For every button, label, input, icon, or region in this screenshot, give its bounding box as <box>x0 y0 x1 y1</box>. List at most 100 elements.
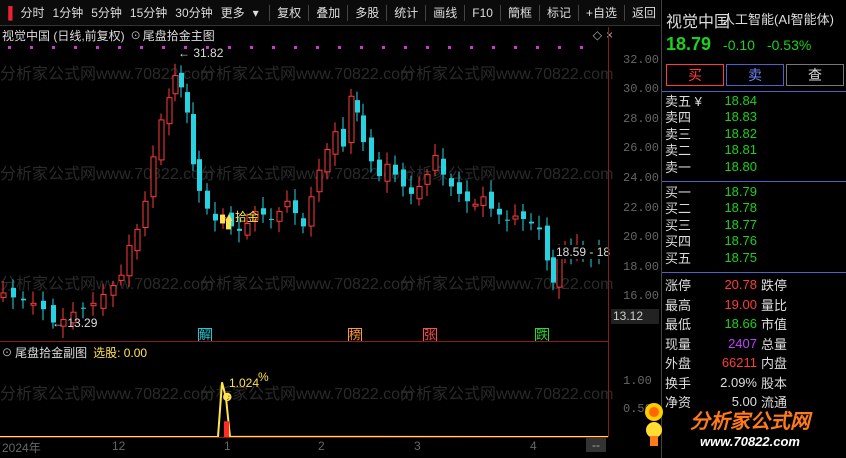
toolbar-item[interactable]: 标记 <box>543 4 575 21</box>
candle-body <box>269 218 274 220</box>
price-tick: 20.00 <box>623 230 660 245</box>
date-tick: 1 <box>224 439 231 453</box>
ask-row: 卖五 ¥18.84 <box>665 92 757 109</box>
marker-dot <box>162 46 165 49</box>
candle-body <box>142 200 149 229</box>
marker-dot <box>338 46 341 49</box>
menu-icon[interactable]: ▐ <box>0 6 17 20</box>
toolbar-item[interactable]: 多股 <box>351 4 383 21</box>
price-tick: 26.00 <box>623 141 660 156</box>
candle-body <box>197 159 202 191</box>
candle-body <box>551 257 556 283</box>
current-price-tag: 13.12 <box>611 309 659 324</box>
divider <box>386 4 388 21</box>
quote-panel: 视觉中国 人工智能(AI智能体) 18.79 -0.10 -0.53% 买 卖 … <box>661 0 846 458</box>
main-indicator-name[interactable]: 尾盘拾金主图 <box>143 27 215 44</box>
panel-divider <box>0 341 608 342</box>
toolbar-item[interactable]: 1分钟 <box>49 4 88 21</box>
bid-row: 买三 18.77 <box>665 216 757 233</box>
stock-concept[interactable]: 人工智能(AI智能体) <box>722 9 834 28</box>
zoom-out-button[interactable]: -- <box>586 438 606 452</box>
sub-indicator-name[interactable]: 尾盘拾金副图 <box>15 344 87 361</box>
candle-body <box>90 302 97 307</box>
candle-body <box>529 221 534 224</box>
toolbar-item[interactable]: 簡框 <box>504 4 536 21</box>
marker-dot <box>272 46 275 49</box>
price-change: -0.10 <box>723 37 755 53</box>
candle-body <box>185 92 190 113</box>
candle-body <box>261 208 266 215</box>
indicator-dropdown-icon[interactable]: ⊙ <box>131 28 141 42</box>
mascot-logo <box>645 403 663 446</box>
marker-dot <box>580 46 583 49</box>
toolbar-item[interactable]: 30分钟 <box>171 4 216 21</box>
candle-body <box>497 208 502 215</box>
high-price-label: ← 31.82 <box>178 46 224 60</box>
marker-dot <box>8 46 11 49</box>
event-marker-unlock[interactable]: 解 <box>198 328 212 342</box>
marker-dot <box>316 46 319 49</box>
toolbar-item[interactable]: 复权 <box>273 4 305 21</box>
price-tick: 22.00 <box>623 200 660 215</box>
toolbar-item[interactable]: 叠加 <box>312 4 344 21</box>
marker-dot <box>250 46 253 49</box>
divider <box>623 4 625 21</box>
toolbar-item[interactable]: 分时 <box>17 4 49 21</box>
candle-body <box>537 227 542 230</box>
event-marker-rise[interactable]: 张 <box>423 328 437 342</box>
indicator-line <box>0 382 608 438</box>
toolbar-item[interactable]: 统计 <box>390 4 422 21</box>
last-price-label: 18.59 - 18 <box>556 245 611 259</box>
toolbar-item[interactable]: 画线 <box>429 4 461 21</box>
query-button[interactable]: 查 <box>786 64 844 86</box>
price-axis: 32.00 30.00 28.00 26.00 24.00 22.00 20.0… <box>608 27 660 437</box>
indicator-dropdown-icon[interactable]: ⊙ <box>0 345 12 359</box>
candle-body <box>416 185 423 200</box>
candle-body <box>377 159 382 177</box>
site-logo-url: www.70822.com <box>700 434 800 449</box>
candle-body <box>409 187 414 194</box>
stats-row: 涨停 20.78 跌停 <box>665 277 788 294</box>
marker-dot <box>360 46 363 49</box>
divider <box>577 4 579 21</box>
diamond-icon[interactable]: ◇ <box>593 28 606 42</box>
date-tick: 12 <box>112 439 126 453</box>
toolbar-item[interactable]: 15分钟 <box>126 4 171 21</box>
indicator-chart[interactable] <box>0 360 608 438</box>
toolbar-item-more[interactable]: 更多 <box>217 4 249 21</box>
stock-name: 视觉中国 <box>666 14 731 31</box>
candle-body <box>179 72 184 88</box>
ask-row: 卖一 18.80 <box>665 158 757 175</box>
marker-dot <box>140 46 143 49</box>
candle-body <box>521 211 526 220</box>
candle-body <box>205 190 210 209</box>
candle-body <box>301 218 306 227</box>
price-tick: 18.00 <box>623 259 660 274</box>
smiley-icon: ☻ <box>220 388 235 404</box>
candlestick-chart[interactable] <box>0 43 615 340</box>
candle-body <box>213 213 218 221</box>
toolbar-item[interactable]: 5分钟 <box>87 4 126 21</box>
candle-body <box>308 196 315 227</box>
toolbar-item[interactable]: F10 <box>468 6 497 20</box>
low-price-label: ← 13.29 <box>52 316 98 330</box>
marker-dot <box>404 46 407 49</box>
stats-row: 最高 19.00 量比 <box>665 296 788 313</box>
buy-button[interactable]: 买 <box>666 64 724 86</box>
event-marker-fall[interactable]: 跌 <box>535 328 549 342</box>
toolbar-item[interactable]: +自选 <box>582 4 621 21</box>
date-tick: 2 <box>318 439 325 453</box>
stats-row: 外盘 66211 内盘 <box>665 355 788 372</box>
toolbar-item[interactable]: 返回 <box>628 4 660 21</box>
candle-body <box>118 274 125 281</box>
stats-row: 换手 2.09% 股本 <box>665 374 788 391</box>
site-logo-brand: 分析家公式网 <box>690 411 810 433</box>
sell-button[interactable]: 卖 <box>726 64 784 86</box>
marker-dot <box>96 46 99 49</box>
divider <box>464 4 466 21</box>
chevron-down-icon[interactable]: ▾ <box>249 6 263 20</box>
candle-body <box>441 158 446 175</box>
period-toolbar: ▐ 分时 1分钟 5分钟 15分钟 30分钟 更多 ▾ 复权 叠加 多股 统计 … <box>0 0 660 26</box>
bid-row: 买一 18.79 <box>665 183 757 200</box>
event-marker-list[interactable]: 榜 <box>348 328 362 342</box>
